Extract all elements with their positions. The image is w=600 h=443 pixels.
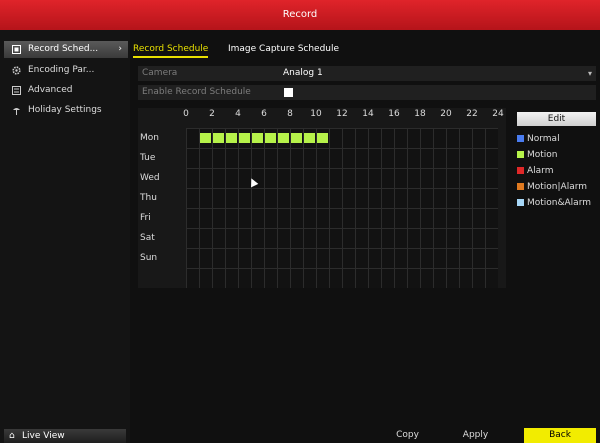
sidebar-item-label: Advanced [28,85,73,95]
hour-label: 16 [388,109,400,119]
legend-label: Motion&Alarm [527,198,592,208]
edit-button[interactable]: Edit [517,112,596,126]
hour-label: 18 [414,109,426,119]
legend-label: Motion [527,150,558,160]
hour-label: 6 [261,109,267,119]
legend-normal: Normal [517,133,600,145]
day-label: Fri [140,213,151,223]
legend-label: Alarm [527,166,554,176]
hour-label: 4 [235,109,241,119]
tab-image-capture-schedule[interactable]: Image Capture Schedule [228,42,339,58]
schedule-cell-motion[interactable] [278,133,289,143]
legend-swatch [517,167,524,174]
legend-label: Normal [527,134,560,144]
hour-label: 20 [440,109,452,119]
live-view-label: Live View [22,431,65,441]
hour-label: 12 [336,109,348,119]
schedule-cell-motion[interactable] [226,133,237,143]
schedule-cell-motion[interactable] [252,133,263,143]
schedule-cell-motion[interactable] [239,133,250,143]
legend-swatch [517,151,524,158]
schedule-cell-motion[interactable] [291,133,302,143]
legend-alarm: Alarm [517,165,600,177]
hour-label: 24 [492,109,504,119]
schedule-cell-motion[interactable] [200,133,211,143]
chevron-right-icon: › [118,44,122,54]
enable-record-schedule-row: Enable Record Schedule [138,85,596,100]
window-title: Record [0,0,600,30]
day-label: Tue [140,153,156,163]
legend-label: Motion|Alarm [527,182,588,192]
record-schedule-icon [12,45,21,54]
legend-swatch [517,135,524,142]
sidebar-item-label: Holiday Settings [28,105,102,115]
copy-button[interactable]: Copy [380,428,435,443]
dropdown-arrow-icon: ▾ [587,69,592,78]
sidebar-item-label: Encoding Par... [28,65,95,75]
holiday-icon [13,108,20,115]
day-label: Thu [140,193,157,203]
tab-record-schedule[interactable]: Record Schedule [133,42,209,58]
schedule-cell-motion[interactable] [265,133,276,143]
camera-label: Camera [142,68,178,78]
camera-select[interactable]: Camera Analog 1 ▾ [138,66,596,81]
hour-label: 2 [209,109,215,119]
legend-swatch [517,183,524,190]
apply-button[interactable]: Apply [448,428,503,443]
back-button[interactable]: Back [524,428,596,443]
sidebar: Record Sched... › Encoding Par... Advanc… [0,30,130,443]
sidebar-item-label: Record Sched... [28,44,99,54]
live-view-button[interactable]: ⌂ Live View [4,429,126,443]
legend-motion-or-alarm: Motion|Alarm [517,181,600,193]
sidebar-item-holiday[interactable]: Holiday Settings [4,102,128,119]
advanced-settings-icon [12,86,21,95]
legend-motion-and-alarm: Motion&Alarm [517,197,600,209]
sidebar-item-encoding[interactable]: Encoding Par... [4,62,128,79]
enable-record-schedule-checkbox[interactable] [284,88,293,97]
schedule-cell-motion[interactable] [304,133,315,143]
schedule-cell-motion[interactable] [317,133,328,143]
hour-label: 14 [362,109,374,119]
schedule-cell-motion[interactable] [213,133,224,143]
day-label: Wed [140,173,160,183]
sidebar-item-advanced[interactable]: Advanced [4,82,128,99]
day-label: Mon [140,133,159,143]
schedule-grid: 0 2 4 6 8 10 12 14 16 18 20 22 24 Mon Tue Wed Thu Fri Sat S… [138,108,506,288]
camera-value: Analog 1 [283,68,323,78]
day-label: Sat [140,233,155,243]
enable-record-schedule-label: Enable Record Schedule [142,87,251,97]
home-icon: ⌂ [9,431,15,441]
legend-swatch [517,199,524,206]
hour-label: 22 [466,109,478,119]
day-label: Sun [140,253,158,263]
legend-motion: Motion [517,149,600,161]
sidebar-item-record-schedule[interactable]: Record Sched... › [4,41,128,58]
main-panel: Record Schedule Image Capture Schedule C… [130,30,600,443]
gear-icon [12,66,21,75]
hour-label: 10 [310,109,322,119]
hour-label: 0 [183,109,189,119]
schedule-cells[interactable] [186,128,498,288]
hour-label: 8 [287,109,293,119]
